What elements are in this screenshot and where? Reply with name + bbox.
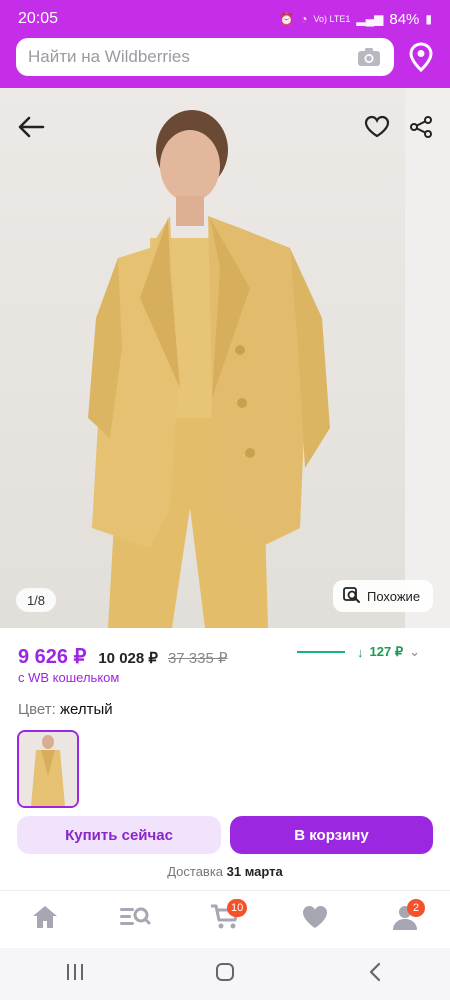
swatch-thumbnail: [19, 732, 77, 806]
bottom-navigation: 10 2: [0, 890, 450, 948]
battery-level: 84%: [389, 10, 420, 28]
alarm-icon: ⏰: [279, 12, 295, 26]
old-price: 37 335 ₽: [167, 650, 228, 667]
nav-cart[interactable]: 10: [195, 897, 255, 943]
home-icon: [31, 904, 59, 935]
recent-apps-button[interactable]: [45, 954, 105, 994]
model-illustration: [88, 110, 330, 628]
heart-icon: [301, 904, 329, 935]
price-history[interactable]: ↓ 127 ₽ ⌄: [297, 644, 420, 660]
location-pin-icon[interactable]: [406, 38, 436, 76]
photo-counter: 1/8: [16, 588, 56, 612]
wallet-note[interactable]: с WB кошельком: [18, 670, 119, 685]
favorite-heart-icon[interactable]: [360, 110, 394, 144]
back-arrow-icon[interactable]: [14, 110, 48, 144]
search-input[interactable]: [28, 47, 356, 67]
nav-favorites[interactable]: [285, 897, 345, 943]
catalog-search-icon: [119, 904, 151, 935]
wifi-icon: ◔: [300, 12, 308, 26]
similar-button[interactable]: Похожие: [333, 580, 433, 612]
price-drop-value: 127 ₽: [369, 644, 404, 659]
share-icon[interactable]: [404, 110, 438, 144]
similar-search-icon: [343, 586, 361, 607]
network-label: Vo) LTE1: [313, 14, 351, 24]
delivery-info: Доставка 31 марта: [0, 864, 450, 879]
status-bar: 20:05 ⏰ ◔ Vo) LTE1 ▂▄▆ 84% ▮: [0, 0, 450, 38]
search-header: [0, 38, 450, 88]
nav-profile[interactable]: 2: [375, 897, 435, 943]
battery-icon: ▮: [425, 12, 432, 26]
color-swatch-yellow[interactable]: [17, 730, 79, 808]
similar-label: Похожие: [367, 588, 421, 604]
system-navigation: [0, 948, 450, 1000]
status-icons: ⏰ ◔ Vo) LTE1 ▂▄▆ 84% ▮: [279, 11, 432, 28]
profile-badge: 2: [407, 898, 425, 917]
back-chevron-icon: [368, 962, 382, 987]
cart-badge: 10: [227, 898, 248, 917]
add-to-cart-button[interactable]: В корзину: [230, 816, 433, 854]
color-label: Цвет:: [18, 701, 56, 718]
arrow-down-icon: ↓: [357, 644, 364, 660]
home-square-icon: [215, 962, 235, 987]
delivery-date: 31 марта: [226, 864, 283, 879]
delivery-label: Доставка: [167, 864, 224, 879]
camera-icon[interactable]: [356, 46, 382, 68]
search-box: [16, 38, 394, 76]
regular-price: 10 028 ₽: [98, 650, 158, 667]
nav-home[interactable]: [15, 897, 75, 943]
trend-line: [297, 651, 346, 653]
chevron-down-icon: ⌄: [409, 644, 420, 659]
status-time: 20:05: [18, 10, 59, 27]
current-price: 9 626 ₽: [18, 646, 87, 668]
back-button[interactable]: [345, 954, 405, 994]
product-photo[interactable]: 1/8 Похожие: [0, 88, 450, 628]
color-row: Цвет: желтый: [18, 701, 113, 718]
action-bar: Купить сейчас В корзину Доставка 31 март…: [0, 808, 450, 890]
buy-now-button[interactable]: Купить сейчас: [17, 816, 221, 854]
signal-icon: ▂▄▆: [356, 12, 384, 26]
home-button[interactable]: [195, 954, 255, 994]
recent-apps-icon: [65, 963, 85, 986]
color-value: желтый: [59, 701, 113, 718]
nav-catalog[interactable]: [105, 897, 165, 943]
price-row: 9 626 ₽ 10 028 ₽ 37 335 ₽ ↓ 127 ₽ ⌄: [18, 644, 438, 668]
